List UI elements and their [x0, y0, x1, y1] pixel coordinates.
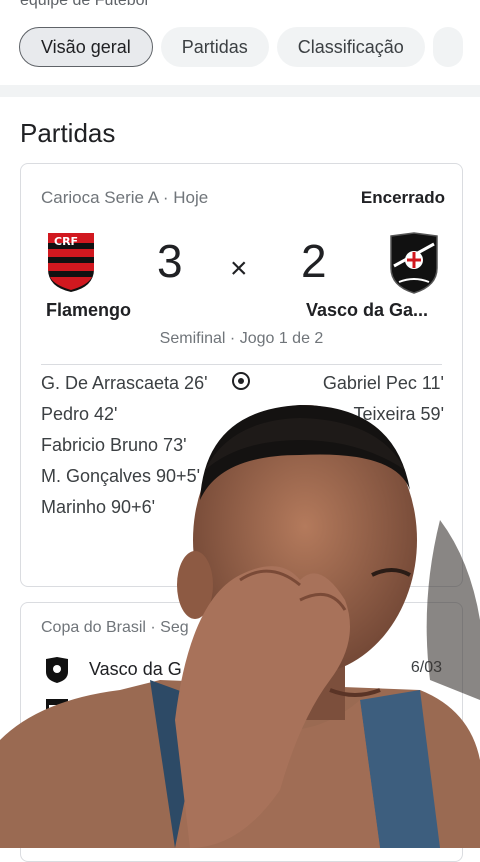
svg-text:CRF: CRF [54, 235, 78, 248]
match-date: 6/03 [410, 659, 442, 676]
abc-crest-icon [46, 699, 68, 723]
goal-entry: Marinho 90+6' [41, 497, 156, 517]
goal-entry: Pedro 42' [41, 404, 118, 424]
soccer-ball-icon [232, 372, 250, 390]
home-score: 3 [157, 235, 183, 287]
match-date: 30 [424, 699, 442, 716]
away-goals-list: Gabriel Pec 11' Teixeira 59' [323, 372, 444, 434]
goal-entry: G. De Arrascaeta 26' [41, 373, 208, 393]
goal-entry: Gabriel Pec 11' [322, 373, 444, 393]
score-separator: × [230, 252, 248, 285]
goal-entry: Fabricio Bruno 73' [41, 435, 187, 455]
home-goals-list: G. De Arrascaeta 26' Pedro 42' Fabricio … [41, 372, 211, 527]
goal-entry: M. Gonçalves 90+5' [41, 466, 201, 486]
match-competition: Copa do Brasil · Seg [41, 619, 189, 636]
tab-more[interactable] [432, 27, 463, 67]
vasco-crest-icon [390, 232, 438, 294]
match-card[interactable]: Carioca Serie A · Hoje Encerrado CRF 3 ×… [20, 163, 463, 587]
list-item: Vasco da G 6/03 [41, 655, 442, 685]
tab-overview[interactable]: Visão geral [19, 27, 153, 67]
tab-bar: Visão geral Partidas Classificação [19, 27, 463, 67]
team-name: Vasco da G [89, 659, 182, 679]
divider [41, 364, 442, 365]
away-team-name: Vasco da Ga... [305, 300, 428, 320]
goal-entry: Teixeira 59' [353, 404, 444, 424]
section-title: Partidas [20, 118, 116, 148]
page-subtitle: equipe de Futebol [20, 0, 149, 9]
tab-matches[interactable]: Partidas [160, 27, 269, 67]
away-score: 2 [301, 235, 327, 287]
flamengo-crest-icon: CRF [48, 233, 94, 292]
vasco-crest-icon [46, 657, 68, 683]
home-team-name: Flamengo [46, 300, 132, 320]
match-competition: Carioca Serie A · Hoje [41, 188, 209, 207]
match-card[interactable]: Copa do Brasil · Seg Vasco da G 6/03 30 [20, 602, 463, 862]
section-divider [0, 85, 480, 97]
tab-standings[interactable]: Classificação [276, 27, 425, 67]
match-round: Semifinal · Jogo 1 de 2 [159, 330, 324, 347]
list-item: 30 [41, 695, 442, 725]
match-status: Encerrado [360, 188, 445, 207]
